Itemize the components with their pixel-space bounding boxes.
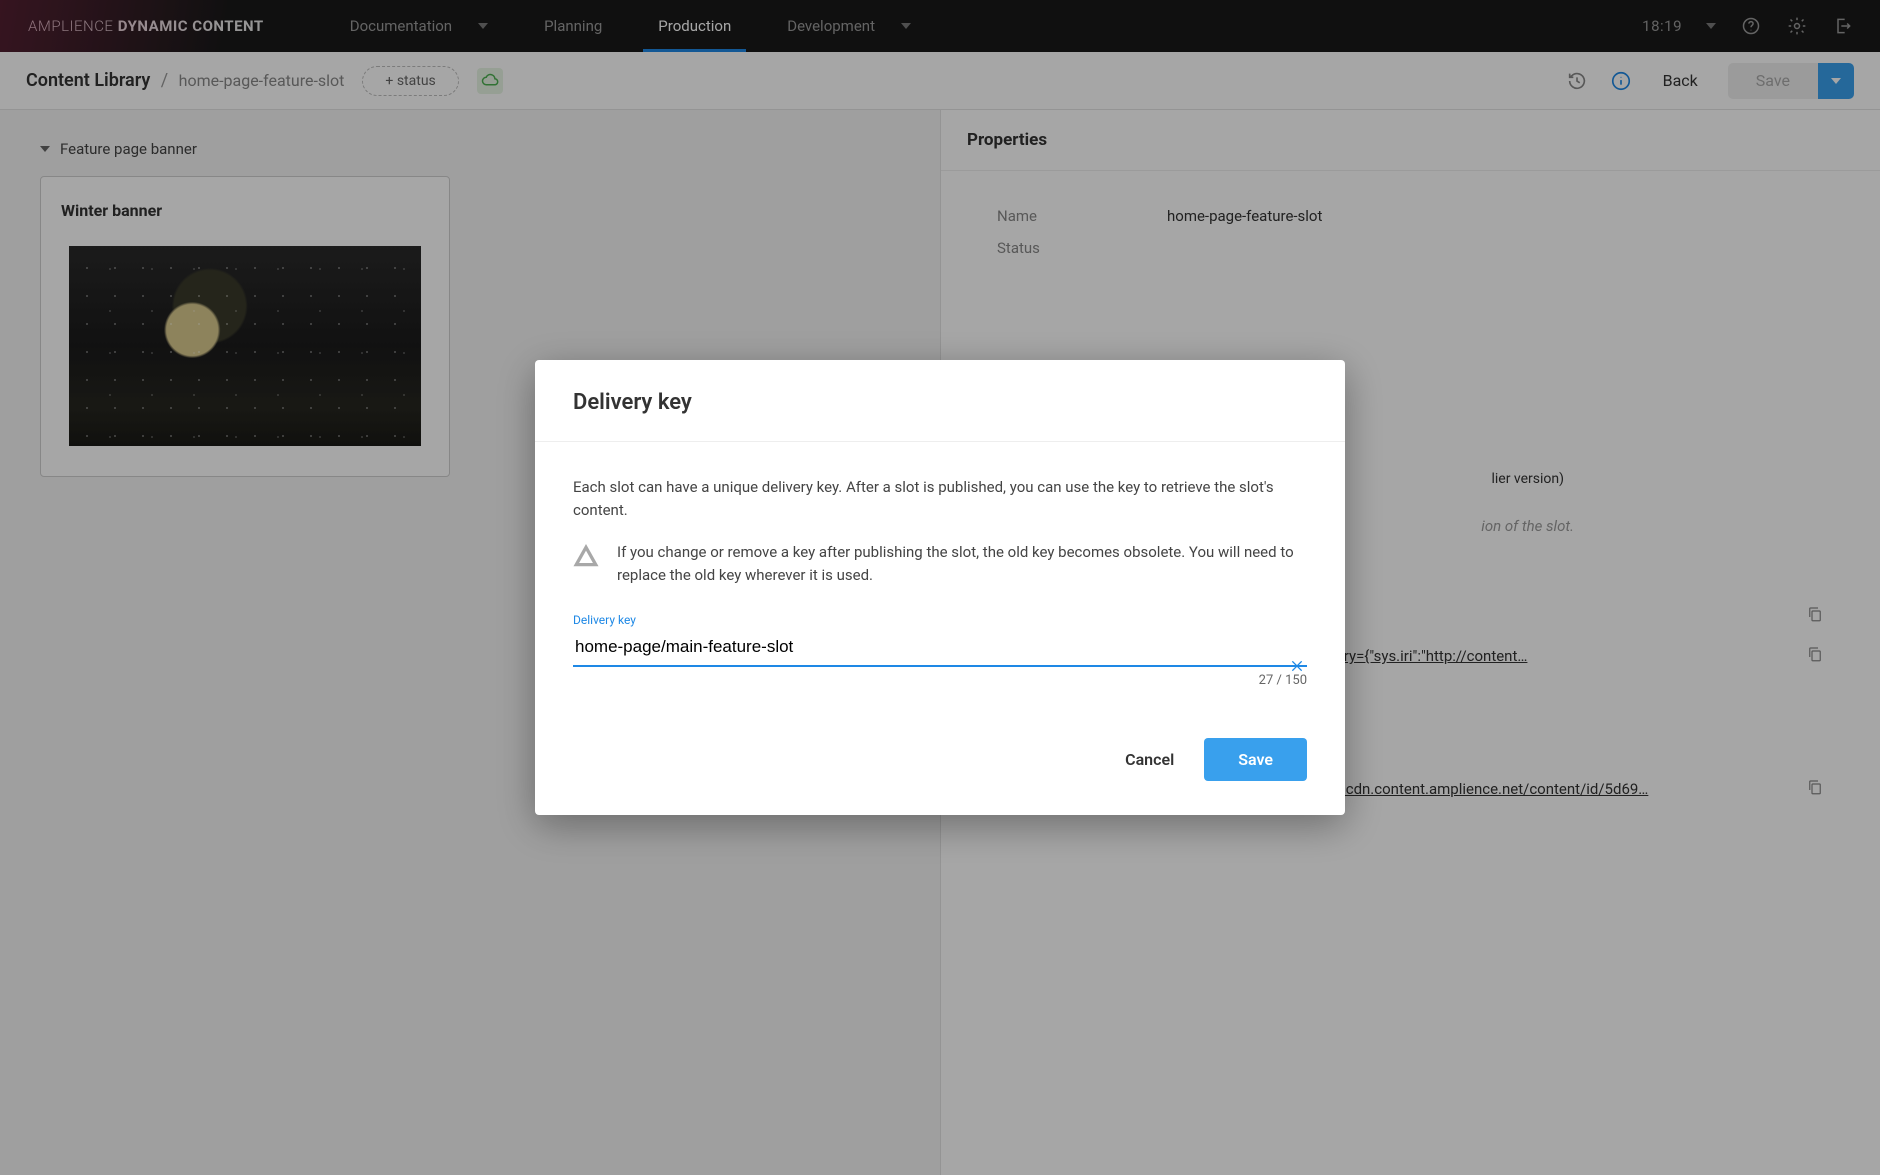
cancel-button[interactable]: Cancel xyxy=(1125,750,1174,769)
clear-input-icon[interactable] xyxy=(1289,658,1305,678)
modal-warning: If you change or remove a key after publ… xyxy=(573,541,1307,588)
modal-para-2: If you change or remove a key after publ… xyxy=(617,541,1307,588)
delivery-key-input[interactable] xyxy=(573,631,1307,667)
delivery-key-label: Delivery key xyxy=(573,613,1307,627)
delivery-key-field-wrap: Delivery key 27 / 150 xyxy=(573,613,1307,688)
modal-para-1: Each slot can have a unique delivery key… xyxy=(573,476,1307,523)
modal-title: Delivery key xyxy=(573,390,1307,415)
delivery-key-modal: Delivery key Each slot can have a unique… xyxy=(535,360,1345,815)
modal-scrim[interactable]: Delivery key Each slot can have a unique… xyxy=(0,0,1880,1175)
modal-body: Each slot can have a unique delivery key… xyxy=(535,442,1345,698)
warning-icon xyxy=(573,543,601,573)
cancel-label: Cancel xyxy=(1125,750,1174,769)
save-button[interactable]: Save xyxy=(1204,738,1307,781)
save-label: Save xyxy=(1238,750,1273,769)
char-counter: 27 / 150 xyxy=(573,673,1307,688)
modal-header: Delivery key xyxy=(535,360,1345,442)
modal-footer: Cancel Save xyxy=(535,698,1345,815)
